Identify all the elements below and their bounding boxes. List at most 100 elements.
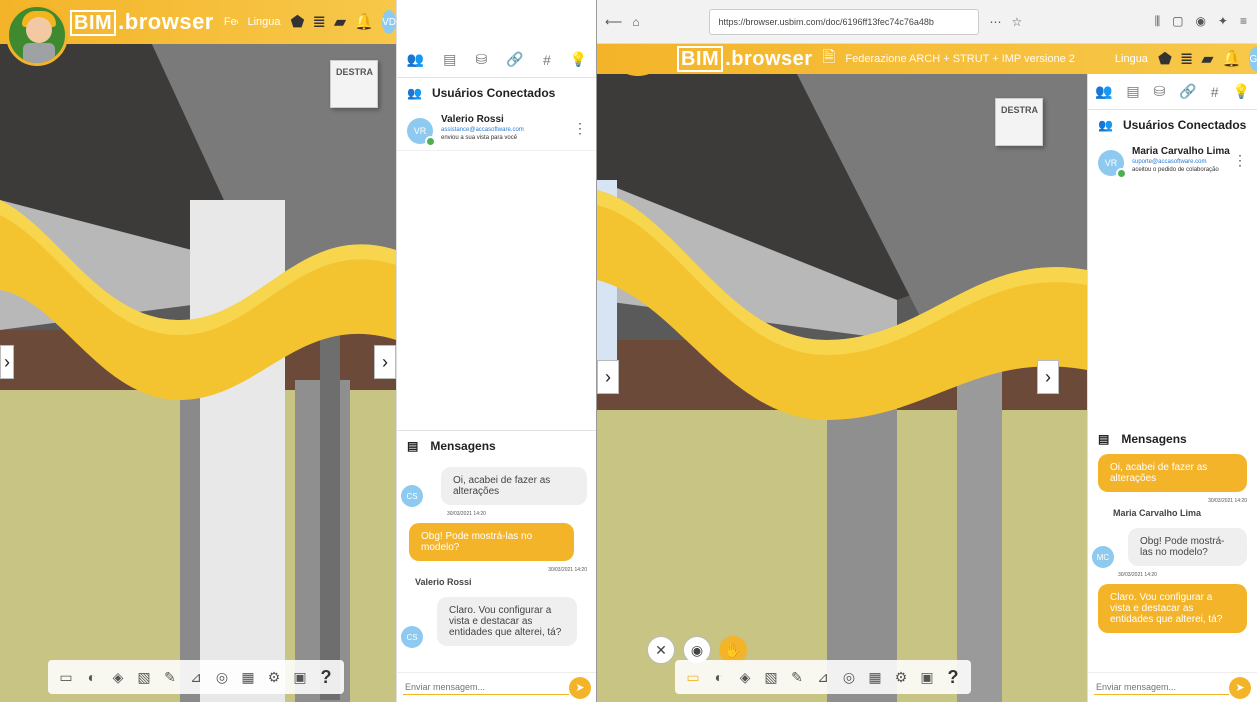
- settings-icon[interactable]: ⚙: [891, 667, 911, 687]
- users-section-title: 👥 Usuários Conectados: [407, 86, 556, 100]
- pen-icon[interactable]: ✎: [160, 667, 180, 687]
- camera-icon[interactable]: ▭: [683, 667, 703, 687]
- view-cube[interactable]: DESTRA: [330, 60, 378, 108]
- object-icon[interactable]: ⬟: [291, 12, 305, 32]
- message-list[interactable]: Oi, acabei de fazer as alterações 30/03/…: [1088, 454, 1257, 674]
- idea-tab-icon[interactable]: 💡: [570, 51, 587, 68]
- user-avatar[interactable]: GF: [1249, 47, 1257, 71]
- online-indicator-icon: [1116, 168, 1127, 179]
- link-tab-icon[interactable]: 🔗: [506, 51, 523, 68]
- message-input[interactable]: [403, 680, 569, 695]
- hash-tab-icon[interactable]: #: [1211, 84, 1219, 100]
- layers-icon[interactable]: ≣: [312, 12, 325, 32]
- extension-icon[interactable]: ✦: [1218, 14, 1228, 29]
- view-cube[interactable]: DESTRA: [995, 98, 1043, 146]
- connected-user[interactable]: VR Maria Carvalho Lima suporte@accasoftw…: [1088, 140, 1257, 182]
- globe-icon[interactable]: ◎: [212, 667, 232, 687]
- users-section-title: 👥 Usuários Conectados: [1098, 118, 1247, 132]
- model-tree-icon[interactable]: ▦: [238, 667, 258, 687]
- viewer-toolbar: ▭ ◐ ◈ ▧ ✎ ⊿ ◎ ▦ ⚙ ▣ ?: [675, 660, 971, 694]
- address-bar[interactable]: https://browser.usbim.com/doc/6196ff13fe…: [709, 8, 980, 35]
- menu-icon[interactable]: ≡: [1240, 14, 1247, 29]
- cube-icon[interactable]: ◈: [735, 667, 755, 687]
- pen-icon[interactable]: ✎: [787, 667, 807, 687]
- right-browser-window: ⟵ ⌂ https://browser.usbim.com/doc/6196ff…: [597, 0, 1257, 702]
- link-tab-icon[interactable]: 🔗: [1179, 83, 1196, 100]
- home-icon[interactable]: ⌂: [632, 15, 639, 29]
- fullscreen-icon[interactable]: ▣: [917, 667, 937, 687]
- document-tab-icon[interactable]: ▤: [1126, 83, 1139, 100]
- section-icon[interactable]: ▧: [134, 667, 154, 687]
- right-panel-toggle[interactable]: ›: [374, 345, 396, 379]
- left-panel-toggle[interactable]: ›: [0, 345, 14, 379]
- account-icon[interactable]: ◉: [1195, 14, 1205, 29]
- browser-chrome: ⟵ ⌂ https://browser.usbim.com/doc/6196ff…: [597, 0, 1257, 44]
- collaboration-panel: 👥 ▤ ⛁ 🔗 # 💡 👥 Usuários Conectados VR Val…: [396, 0, 597, 702]
- idea-tab-icon[interactable]: 💡: [1233, 83, 1250, 100]
- database-tab-icon[interactable]: ⛁: [1154, 83, 1166, 100]
- more-icon[interactable]: ⋯: [989, 15, 1001, 29]
- back-icon[interactable]: ⟵: [605, 15, 622, 29]
- layers-icon[interactable]: ≣: [1180, 49, 1193, 69]
- globe-icon[interactable]: ◎: [839, 667, 859, 687]
- users-tab-icon[interactable]: 👥: [1095, 83, 1112, 100]
- message-item: MC Obg! Pode mostrá-las no modelo?: [1088, 522, 1257, 572]
- message-composer: ➤: [1088, 672, 1257, 702]
- orbit-icon[interactable]: ◐: [82, 667, 102, 687]
- user-avatar[interactable]: VD: [382, 10, 396, 34]
- left-browser-window: BIM.browser Federazione ARCH + STRUT + I…: [0, 0, 597, 702]
- language-selector[interactable]: Lingua: [1115, 53, 1148, 65]
- messages-section: ▤ Mensagens Oi, acabei de fazer as alter…: [1088, 424, 1257, 702]
- language-selector[interactable]: Lingua: [248, 16, 281, 28]
- camera-icon[interactable]: ▭: [56, 667, 76, 687]
- database-tab-icon[interactable]: ⛁: [476, 51, 488, 68]
- avatar: VR: [1098, 150, 1127, 179]
- notification-icon[interactable]: 🔔: [354, 12, 374, 32]
- help-icon[interactable]: ?: [316, 667, 336, 687]
- reader-icon[interactable]: ▢: [1172, 14, 1183, 29]
- messages-title: ▤ Mensagens: [397, 430, 597, 461]
- measure-icon[interactable]: ⊿: [186, 667, 206, 687]
- object-icon[interactable]: ⬟: [1158, 49, 1172, 69]
- message-item: Oi, acabei de fazer as alterações: [1098, 454, 1247, 492]
- more-options-icon[interactable]: ⋮: [1233, 152, 1247, 169]
- notification-icon[interactable]: 🔔: [1222, 49, 1242, 69]
- model-tree-icon[interactable]: ▦: [865, 667, 885, 687]
- close-icon[interactable]: ✕: [647, 636, 675, 664]
- message-input[interactable]: [1094, 680, 1229, 695]
- 3d-viewer[interactable]: BIM.browser Federazione ARCH + STRUT + I…: [0, 0, 396, 702]
- left-panel-toggle[interactable]: ›: [597, 360, 619, 394]
- send-icon[interactable]: ➤: [1229, 676, 1251, 699]
- library-icon[interactable]: ⫼: [1155, 14, 1161, 29]
- right-panel-toggle[interactable]: ›: [1037, 360, 1059, 394]
- avatar: CS: [401, 626, 423, 648]
- measure-icon[interactable]: ⊿: [813, 667, 833, 687]
- document-tab-icon[interactable]: ▤: [443, 51, 456, 68]
- chat-icon: ▤: [407, 439, 419, 453]
- more-options-icon[interactable]: ⋮: [573, 120, 587, 137]
- settings-icon[interactable]: ⚙: [264, 667, 284, 687]
- 3d-viewer[interactable]: DESTRA › › ✕ ◉ ✋ ▭ ◐ ◈ ▧ ✎ ⊿ ◎ ▦ ⚙ ▣ ?: [597, 0, 1087, 702]
- models-icon[interactable]: ▰: [334, 12, 346, 32]
- orbit-icon[interactable]: ◐: [709, 667, 729, 687]
- fullscreen-icon[interactable]: ▣: [290, 667, 310, 687]
- connected-user[interactable]: VR Valerio Rossi assistance@accasoftware…: [397, 108, 597, 151]
- users-tab-icon[interactable]: 👥: [407, 51, 424, 68]
- bookmark-icon[interactable]: ☆: [1011, 15, 1022, 29]
- cube-icon[interactable]: ◈: [108, 667, 128, 687]
- hash-tab-icon[interactable]: #: [543, 52, 551, 68]
- brand-logo: BIM .browser: [70, 9, 214, 36]
- app-header: BIM .browser 🗎 Federazione ARCH + STRUT +…: [597, 44, 1257, 74]
- panel-tabs: 👥 ▤ ⛁ 🔗 # 💡: [1088, 74, 1257, 110]
- help-icon[interactable]: ?: [943, 667, 963, 687]
- panel-tabs: 👥 ▤ ⛁ 🔗 # 💡: [397, 42, 597, 78]
- viewer-toolbar: ▭ ◐ ◈ ▧ ✎ ⊿ ◎ ▦ ⚙ ▣ ?: [48, 660, 344, 694]
- brand-logo: BIM .browser: [677, 45, 813, 72]
- models-icon[interactable]: ▰: [1201, 49, 1213, 69]
- send-icon[interactable]: ➤: [569, 676, 591, 699]
- messages-title: ▤ Mensagens: [1098, 432, 1187, 446]
- message-composer: ➤: [397, 672, 597, 702]
- message-list[interactable]: CS Oi, acabei de fazer as alterações 30/…: [397, 461, 597, 671]
- document-icon[interactable]: 🗎: [823, 46, 836, 73]
- section-icon[interactable]: ▧: [761, 667, 781, 687]
